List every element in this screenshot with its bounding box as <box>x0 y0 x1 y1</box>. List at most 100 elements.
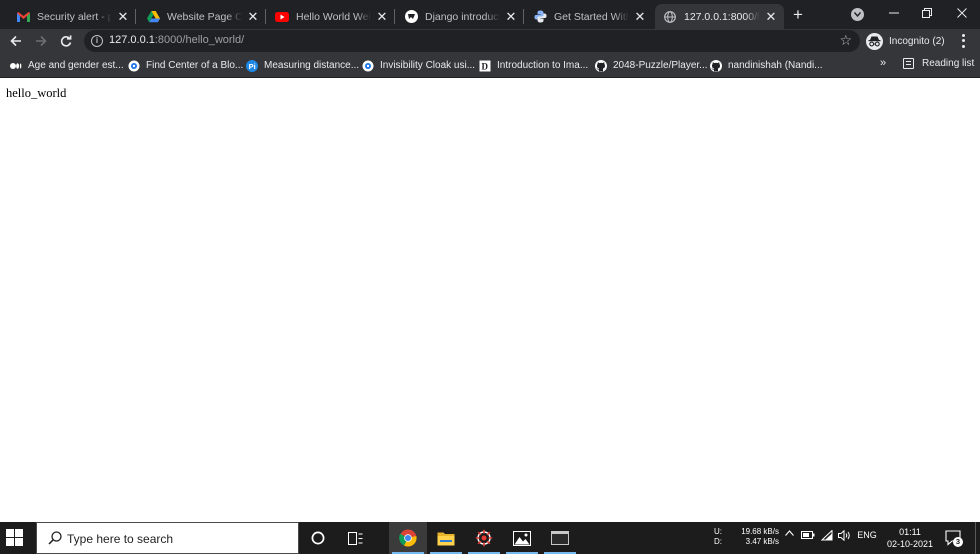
page-body-text: hello_world <box>6 86 67 100</box>
tab-separator <box>135 9 136 24</box>
url-host: 127.0.0.1 <box>109 34 155 46</box>
tab-django-introduction[interactable]: Django introduction ✕ <box>396 4 524 29</box>
bookmark-label: Invisibility Cloak usi... <box>380 60 476 71</box>
dev-icon: D <box>479 60 491 72</box>
bookmark-label: Age and gender est... <box>28 60 124 71</box>
bookmark-nandinishah[interactable]: nandinishah (Nandi... <box>710 58 823 73</box>
tab-website-page-content[interactable]: Website Page Content ✕ <box>138 4 266 29</box>
incognito-profile-button[interactable]: Incognito (2) <box>866 31 945 51</box>
tab-close-icon[interactable]: ✕ <box>504 9 518 24</box>
volume-icon[interactable] <box>837 530 851 541</box>
back-button[interactable] <box>7 32 25 50</box>
forward-button[interactable] <box>32 32 50 50</box>
bookmark-find-center-blob[interactable]: Find Center of a Blo... <box>128 58 243 73</box>
terminal-icon[interactable] <box>541 522 579 554</box>
bookmarks-bar: Age and gender est... Find Center of a B… <box>0 53 980 78</box>
new-tab-button[interactable]: + <box>789 6 807 24</box>
bookmark-age-gender[interactable]: Age and gender est... <box>10 58 124 73</box>
windows-start-icon[interactable] <box>6 529 24 547</box>
close-window-button[interactable] <box>953 4 971 22</box>
incognito-icon <box>866 32 883 50</box>
tab-search-button[interactable] <box>851 8 864 21</box>
notification-count-badge: 3 <box>955 537 961 546</box>
bookmark-label: 2048-Puzzle/Player... <box>613 60 708 71</box>
windows-taskbar: Type here to search U: 19.68 kB/s D: 3.47 … <box>0 522 980 554</box>
page-viewport: hello_world <box>0 79 980 522</box>
pyimagesearch-icon: Pi <box>246 59 258 72</box>
bookmark-label: nandinishah (Nandi... <box>728 60 823 71</box>
tab-localhost-hello-world[interactable]: 127.0.0.1:8000/hello_world ✕ <box>655 4 784 29</box>
bookmark-label: Introduction to Ima... <box>497 60 589 71</box>
bookmark-invisibility-cloak[interactable]: Invisibility Cloak usi... <box>362 58 475 73</box>
browser-menu-button[interactable] <box>958 33 968 49</box>
show-hidden-icons-chevron-icon[interactable] <box>784 530 794 536</box>
google-drive-icon <box>146 10 160 24</box>
wifi-icon[interactable] <box>820 530 834 541</box>
task-view-icon[interactable] <box>336 522 374 554</box>
tab-separator <box>394 9 395 24</box>
chrome-icon[interactable] <box>389 522 427 554</box>
bookmark-measuring-distance[interactable]: Pi Measuring distance... <box>246 58 359 73</box>
tab-separator <box>523 9 524 24</box>
tab-security-alert[interactable]: Security alert - push ✕ <box>8 4 136 29</box>
upload-label: U: <box>714 527 722 536</box>
globe-icon <box>663 10 677 24</box>
search-placeholder: Type here to search <box>67 532 174 546</box>
file-explorer-icon[interactable] <box>427 522 465 554</box>
security-app-icon[interactable] <box>465 522 503 554</box>
reading-list-label: Reading list <box>922 58 975 69</box>
tab-label: Security alert - push <box>37 10 112 23</box>
tab-close-icon[interactable]: ✕ <box>633 9 647 24</box>
reading-list-icon <box>903 58 914 69</box>
language-indicator[interactable]: ENG <box>856 530 878 540</box>
photos-icon[interactable] <box>503 522 541 554</box>
address-bar[interactable]: i 127.0.0.1:8000/hello_world/ ☆ <box>84 30 860 52</box>
svg-text:D: D <box>482 61 489 71</box>
bookmark-label: Measuring distance... <box>264 60 360 71</box>
medium-icon <box>10 60 22 72</box>
reload-button[interactable] <box>57 32 75 50</box>
cortana-icon[interactable] <box>299 522 337 554</box>
learnopencv-icon <box>128 60 140 72</box>
battery-icon[interactable] <box>800 530 816 540</box>
tab-close-icon[interactable]: ✕ <box>246 9 260 24</box>
tab-separator <box>265 9 266 24</box>
youtube-icon <box>275 10 289 24</box>
github-icon <box>595 59 607 72</box>
network-speed-meter: U: 19.68 kB/s D: 3.47 kB/s <box>714 527 779 547</box>
tab-close-icon[interactable]: ✕ <box>764 9 778 24</box>
notification-center-icon[interactable]: 3 <box>944 528 964 548</box>
site-info-icon[interactable]: i <box>91 35 103 47</box>
download-speed: 3.47 kB/s <box>745 537 779 546</box>
tab-close-icon[interactable]: ✕ <box>375 9 389 24</box>
tab-get-started-with-django[interactable]: Get Started With Django ✕ <box>525 4 653 29</box>
tab-strip: Security alert - push ✕ Website Page Con… <box>0 0 980 29</box>
tab-label: Get Started With Django <box>554 10 629 23</box>
minimize-button[interactable] <box>885 4 903 22</box>
upload-speed: 19.68 kB/s <box>741 527 779 536</box>
restore-button[interactable] <box>918 4 936 22</box>
tab-label: Website Page Content <box>167 10 242 23</box>
bookmark-star-icon[interactable]: ☆ <box>839 33 852 48</box>
show-desktop-button[interactable] <box>975 522 976 554</box>
bookmark-intro-image[interactable]: D Introduction to Ima... <box>479 58 588 73</box>
tab-hello-world-website[interactable]: Hello World Website ✕ <box>267 4 395 29</box>
tab-close-icon[interactable]: ✕ <box>116 9 130 24</box>
incognito-label: Incognito (2) <box>889 35 945 47</box>
svg-text:Pi: Pi <box>249 62 256 71</box>
taskbar-search-box[interactable]: Type here to search <box>36 522 299 554</box>
url-text[interactable]: 127.0.0.1:8000/hello_world/ <box>109 34 244 46</box>
tab-label: Hello World Website <box>296 10 371 23</box>
mdn-icon <box>404 10 418 24</box>
bookmark-2048-puzzle[interactable]: 2048-Puzzle/Player... <box>595 58 708 73</box>
reading-list-button[interactable]: Reading list <box>903 58 974 69</box>
clock-date: 02-10-2021 <box>886 539 934 549</box>
browser-toolbar: i 127.0.0.1:8000/hello_world/ ☆ Incognit… <box>0 29 980 53</box>
bookmark-label: Find Center of a Blo... <box>146 60 244 71</box>
gmail-icon <box>16 10 30 24</box>
bookmarks-overflow-button[interactable]: » <box>880 57 886 69</box>
taskbar-clock[interactable]: 01:11 02-10-2021 <box>880 526 940 550</box>
github-icon <box>710 59 722 72</box>
search-icon <box>48 531 62 550</box>
download-label: D: <box>714 537 722 546</box>
